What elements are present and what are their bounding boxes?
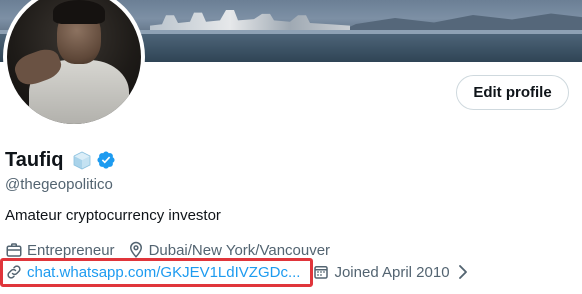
profile-meta-row: Entrepreneur Dubai/New York/Vancouver [5, 240, 342, 260]
profile-name-row: Taufiq [5, 148, 116, 172]
joined-item[interactable]: Joined April 2010 [312, 263, 475, 281]
calendar-icon [314, 266, 329, 279]
avatar[interactable] [3, 0, 145, 128]
location-pin-icon [129, 241, 142, 258]
profile-name: Taufiq [5, 148, 64, 171]
ice-cube-icon [73, 151, 90, 170]
avatar-photo [7, 0, 141, 124]
edit-profile-button[interactable]: Edit profile [456, 75, 569, 110]
avatar-hair [53, 0, 105, 24]
profile-bio: Amateur cryptocurrency investor [5, 207, 221, 224]
location-label: Dubai/New York/Vancouver [148, 241, 331, 259]
edit-profile-label: Edit profile [473, 84, 552, 101]
occupation-item: Entrepreneur [5, 241, 115, 259]
briefcase-icon [6, 243, 22, 257]
location-item: Dubai/New York/Vancouver [127, 241, 331, 259]
joined-label: Joined April 2010 [334, 263, 450, 281]
website-highlight-box [0, 258, 313, 287]
verified-badge-icon[interactable] [96, 150, 116, 170]
profile-handle: @thegeopolitico [5, 176, 113, 193]
occupation-label: Entrepreneur [27, 241, 115, 259]
chevron-right-icon [458, 265, 467, 279]
